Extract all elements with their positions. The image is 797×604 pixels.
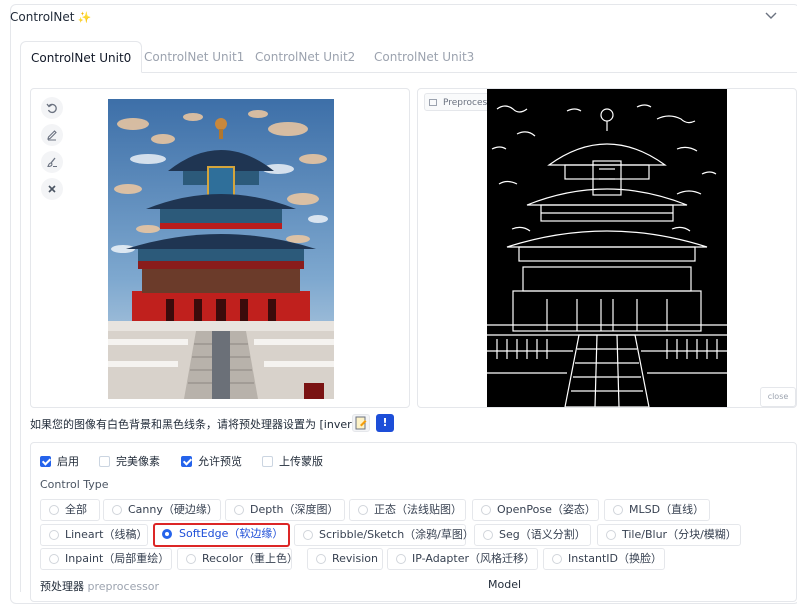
panel-title-text: ControlNet — [10, 10, 75, 24]
tab-label: ControlNet Unit0 — [31, 51, 132, 65]
checkbox-icon — [40, 456, 51, 467]
radio-icon — [316, 554, 326, 564]
radio-icon — [481, 505, 491, 515]
control-type-seg[interactable]: Seg（语义分割） — [474, 524, 591, 546]
radio-label: MLSD（直线） — [629, 503, 705, 516]
radio-icon — [49, 530, 59, 540]
brush-icon — [47, 157, 57, 168]
edit-button[interactable] — [41, 124, 63, 146]
radio-label: Tile/Blur（分块/模糊） — [622, 528, 737, 541]
radio-icon — [49, 505, 59, 515]
checkbox-icon — [99, 456, 110, 467]
undo-button[interactable] — [41, 97, 63, 119]
control-type-recolor[interactable]: Recolor（重上色） — [177, 548, 298, 570]
radio-icon — [613, 505, 623, 515]
radio-label: Seg（语义分割） — [499, 528, 586, 541]
note-icon — [355, 416, 367, 430]
close-icon — [48, 185, 56, 193]
edit-note-button[interactable] — [352, 414, 370, 432]
control-type-mlsd[interactable]: MLSD（直线） — [604, 499, 710, 521]
radio-label: 正态（法线贴图） — [374, 503, 462, 516]
info-button[interactable]: ! — [376, 414, 394, 432]
control-type-revision[interactable]: Revision — [307, 548, 383, 570]
radio-label: Canny（硬边缘） — [128, 503, 218, 516]
radio-icon — [606, 530, 616, 540]
image-icon — [429, 99, 437, 106]
tab-unit1[interactable]: ControlNet Unit1 — [134, 41, 254, 73]
tab-label: ControlNet Unit2 — [255, 50, 356, 64]
checkbox-icon — [262, 456, 273, 467]
radio-label: Depth（深度图） — [250, 503, 339, 516]
exclamation-icon: ! — [382, 416, 388, 429]
control-type-tile-blur[interactable]: Tile/Blur（分块/模糊） — [597, 524, 741, 546]
enable-checkbox[interactable]: 启用 — [40, 453, 79, 469]
allow-preview-checkbox[interactable]: 允许预览 — [181, 453, 242, 469]
radio-label: OpenPose（姿态） — [497, 503, 596, 516]
radio-icon — [49, 554, 59, 564]
control-type-all[interactable]: 全部 — [40, 499, 100, 521]
radio-label: SoftEdge（软边缘） — [179, 527, 284, 540]
pencil-icon — [47, 130, 57, 141]
radio-icon — [162, 529, 172, 539]
radio-icon — [186, 554, 196, 564]
checkbox-icon — [181, 456, 192, 467]
pixel-perfect-checkbox[interactable]: 完美像素 — [99, 453, 160, 469]
radio-icon — [358, 505, 368, 515]
preprocessor-label-text: 预处理器 — [40, 580, 84, 593]
control-type-scribble[interactable]: Scribble/Sketch（涂鸦/草图） — [294, 524, 474, 546]
checkbox-label: 启用 — [57, 455, 79, 468]
clear-button[interactable] — [41, 178, 63, 200]
radio-label: InstantID（换脸） — [568, 552, 662, 565]
radio-label: Scribble/Sketch（涂鸦/草图） — [319, 528, 474, 541]
tab-unit0[interactable]: ControlNet Unit0 — [20, 41, 143, 73]
undo-icon — [46, 103, 57, 114]
radio-label: Inpaint（局部重绘） — [65, 552, 170, 565]
control-type-instantid[interactable]: InstantID（换脸） — [543, 548, 665, 570]
control-type-normal[interactable]: 正态（法线贴图） — [349, 499, 466, 521]
radio-label: Recolor（重上色） — [202, 552, 299, 565]
control-type-inpaint[interactable]: Inpaint（局部重绘） — [40, 548, 172, 570]
control-type-canny[interactable]: Canny（硬边缘） — [103, 499, 221, 521]
checkbox-label: 完美像素 — [116, 455, 160, 468]
control-type-depth[interactable]: Depth（深度图） — [225, 499, 345, 521]
chevron-down-icon[interactable] — [765, 12, 777, 20]
invert-hint: 如果您的图像有白色背景和黑色线条，请将预处理器设置为 [invert]. — [30, 418, 364, 431]
tab-label: ControlNet Unit1 — [144, 50, 245, 64]
radio-icon — [234, 505, 244, 515]
model-label: Model — [488, 578, 522, 591]
checkbox-label: 允许预览 — [198, 455, 242, 468]
upload-mask-checkbox[interactable]: 上传蒙版 — [262, 453, 323, 469]
control-type-ip-adapter[interactable]: IP-Adapter（风格迁移） — [387, 548, 538, 570]
preprocessor-sub-label: preprocessor — [87, 580, 160, 593]
radio-label: IP-Adapter（风格迁移） — [412, 552, 536, 565]
input-image — [108, 99, 334, 399]
control-type-lineart[interactable]: Lineart（线稿） — [40, 524, 148, 546]
radio-icon — [303, 530, 313, 540]
checkbox-label: 上传蒙版 — [279, 455, 323, 468]
radio-icon — [483, 530, 493, 540]
radio-icon — [552, 554, 562, 564]
preview-image — [487, 89, 727, 407]
tab-label: ControlNet Unit3 — [374, 50, 475, 64]
radio-icon — [112, 505, 122, 515]
preprocessor-preview-panel: Preprocessor Preview — [417, 88, 797, 408]
radio-label: 全部 — [65, 503, 87, 516]
radio-label: Lineart（线稿） — [65, 528, 148, 541]
control-type-label: Control Type — [40, 478, 109, 491]
tab-content-border — [20, 72, 21, 592]
radio-label: Revision — [332, 552, 378, 565]
radio-icon — [396, 554, 406, 564]
preview-close-button[interactable]: close — [760, 387, 796, 407]
input-image-panel[interactable] — [30, 88, 410, 408]
control-type-softedge[interactable]: SoftEdge（软边缘） — [153, 523, 290, 547]
sparkle-icon: ✨ — [77, 11, 92, 24]
tab-unit3[interactable]: ControlNet Unit3 — [364, 41, 484, 73]
control-type-openpose[interactable]: OpenPose（姿态） — [472, 499, 599, 521]
tab-unit2[interactable]: ControlNet Unit2 — [245, 41, 365, 73]
brush-button[interactable] — [41, 151, 63, 173]
panel-title[interactable]: ControlNet ✨ — [10, 10, 91, 24]
